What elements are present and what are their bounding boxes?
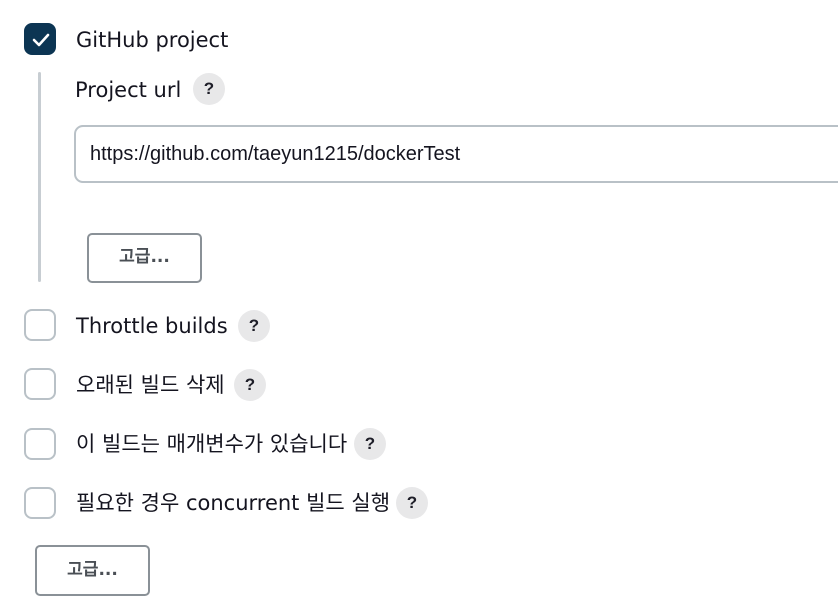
concurrent-builds-label: 필요한 경우 concurrent 빌드 실행 — [76, 491, 391, 515]
throttle-builds-label: Throttle builds — [76, 314, 228, 338]
github-advanced-button[interactable]: 고급... — [87, 233, 202, 283]
parameterized-build-checkbox[interactable] — [24, 428, 56, 460]
github-project-label: GitHub project — [76, 28, 229, 52]
throttle-builds-checkbox[interactable] — [24, 309, 56, 341]
github-project-checkbox[interactable] — [24, 23, 56, 55]
parameterized-build-label: 이 빌드는 매개변수가 있습니다 — [76, 432, 348, 456]
parameterized-build-help-icon[interactable]: ? — [354, 428, 386, 460]
discard-old-builds-help-icon[interactable]: ? — [234, 369, 266, 401]
discard-old-builds-checkbox[interactable] — [24, 368, 56, 400]
advanced-button[interactable]: 고급... — [35, 545, 150, 596]
concurrent-builds-checkbox[interactable] — [24, 487, 56, 519]
project-url-input[interactable] — [74, 125, 838, 183]
throttle-builds-help-icon[interactable]: ? — [238, 310, 270, 342]
project-url-help-icon[interactable]: ? — [193, 73, 225, 105]
concurrent-builds-help-icon[interactable]: ? — [396, 487, 428, 519]
discard-old-builds-label: 오래된 빌드 삭제 — [76, 373, 225, 397]
section-indent-line — [38, 72, 41, 282]
checkmark-icon — [32, 33, 50, 47]
project-url-label: Project url — [75, 78, 182, 102]
